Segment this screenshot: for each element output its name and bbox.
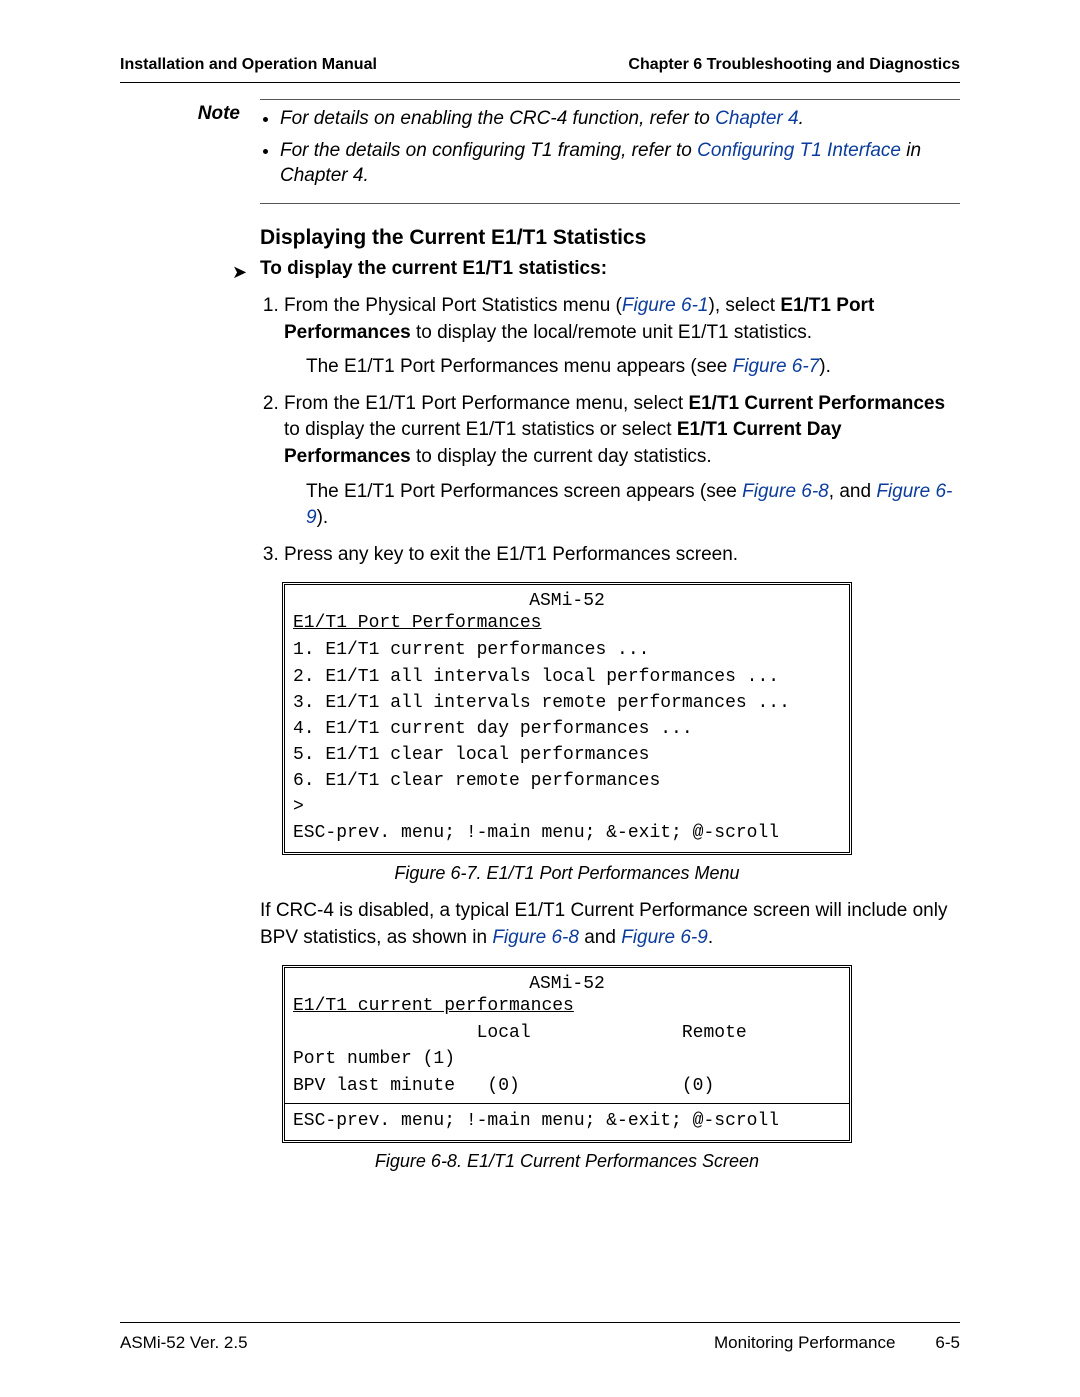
figure-6-8-footer: ESC-prev. menu; !-main menu; &-exit; @-s…	[293, 1108, 841, 1134]
link-figure-6-7[interactable]: Figure 6-7	[733, 356, 820, 377]
step-2: From the E1/T1 Port Performance menu, se…	[284, 391, 960, 532]
figure-6-8-caption: Figure 6-8. E1/T1 Current Performances S…	[282, 1151, 852, 1172]
figure-6-7-title: ASMi-52	[293, 591, 841, 611]
footer-rule	[120, 1322, 960, 1323]
note-top-rule	[260, 99, 960, 100]
figure-6-8-title: ASMi-52	[293, 974, 841, 994]
steps-list: From the Physical Port Statistics menu (…	[260, 293, 960, 568]
link-figure-6-8-a[interactable]: Figure 6-8	[742, 481, 829, 502]
link-figure-6-8-b[interactable]: Figure 6-8	[492, 927, 579, 948]
crc-para-b: .	[708, 927, 713, 948]
page: Installation and Operation Manual Chapte…	[0, 0, 1080, 1397]
link-chapter-4[interactable]: Chapter 4	[715, 108, 798, 129]
note-item-1: For details on enabling the CRC-4 functi…	[280, 106, 960, 132]
body: Note For details on enabling the CRC-4 f…	[120, 99, 960, 898]
step-2-text-b: to display the current E1/T1 statistics …	[284, 419, 677, 440]
figure-6-8-heading: E1/T1 current performances	[293, 996, 841, 1016]
link-figure-6-1[interactable]: Figure 6-1	[622, 295, 709, 316]
note-bottom-rule	[260, 203, 960, 204]
figure-6-7-heading: E1/T1 Port Performances	[293, 613, 841, 633]
figure-6-7-box: ASMi-52 E1/T1 Port Performances 1. E1/T1…	[282, 582, 852, 855]
step-1: From the Physical Port Statistics menu (…	[284, 293, 960, 381]
figure-6-7-body: 1. E1/T1 current performances ... 2. E1/…	[293, 637, 841, 846]
page-header: Installation and Operation Manual Chapte…	[120, 56, 960, 78]
step-2-text-a: From the E1/T1 Port Performance menu, se…	[284, 393, 688, 414]
figure-6-8-body: Local Remote Port number (1) BPV last mi…	[293, 1020, 841, 1098]
footer-page-number: 6-5	[935, 1333, 960, 1353]
note-list: For details on enabling the CRC-4 functi…	[260, 106, 960, 189]
step-1-sub-b: ).	[819, 356, 831, 377]
header-left: Installation and Operation Manual	[120, 56, 377, 74]
footer-section: Monitoring Performance	[714, 1333, 895, 1353]
figure-6-8-divider	[285, 1103, 849, 1104]
content: For details on enabling the CRC-4 functi…	[260, 99, 960, 898]
note-1-text: For details on enabling the CRC-4 functi…	[280, 108, 715, 129]
lower-block: If CRC-4 is disabled, a typical E1/T1 Cu…	[260, 898, 960, 1172]
step-1-text-a: From the Physical Port Statistics menu (	[284, 295, 622, 316]
step-1-sub-a: The E1/T1 Port Performances menu appears…	[306, 356, 733, 377]
footer-left: ASMi-52 Ver. 2.5	[120, 1333, 248, 1353]
note-2-text: For the details on configuring T1 framin…	[280, 140, 697, 161]
step-2-text-c: to display the current day statistics.	[411, 446, 712, 467]
procedure-row: ➤ To display the current E1/T1 statistic…	[232, 258, 960, 285]
step-1-sub: The E1/T1 Port Performances menu appears…	[306, 354, 960, 381]
header-right: Chapter 6 Troubleshooting and Diagnostic…	[628, 56, 960, 74]
step-2-sub: The E1/T1 Port Performances screen appea…	[306, 479, 960, 532]
crc-para-mid: and	[579, 927, 621, 948]
note-item-2: For the details on configuring T1 framin…	[280, 138, 960, 189]
page-footer: ASMi-52 Ver. 2.5 Monitoring Performance …	[120, 1333, 960, 1353]
figure-6-8-box: ASMi-52 E1/T1 current performances Local…	[282, 965, 852, 1142]
procedure-title: To display the current E1/T1 statistics:	[260, 258, 607, 280]
step-2-sub-mid: , and	[829, 481, 877, 502]
figure-6-7-caption: Figure 6-7. E1/T1 Port Performances Menu	[282, 863, 852, 884]
step-1-text-b: ), select	[709, 295, 781, 316]
step-2-sub-a: The E1/T1 Port Performances screen appea…	[306, 481, 742, 502]
link-configuring-t1[interactable]: Configuring T1 Interface	[697, 140, 901, 161]
link-figure-6-9-b[interactable]: Figure 6-9	[621, 927, 708, 948]
step-1-text-c: to display the local/remote unit E1/T1 s…	[411, 322, 812, 343]
procedure-arrow-icon: ➤	[232, 258, 260, 285]
section-heading: Displaying the Current E1/T1 Statistics	[260, 226, 960, 250]
header-rule	[120, 82, 960, 83]
step-2-bold-1: E1/T1 Current Performances	[688, 393, 945, 414]
step-3: Press any key to exit the E1/T1 Performa…	[284, 542, 960, 569]
step-2-sub-b: ).	[317, 507, 329, 528]
crc-para: If CRC-4 is disabled, a typical E1/T1 Cu…	[260, 898, 960, 951]
note-label: Note	[120, 99, 260, 898]
note-1-post: .	[799, 108, 804, 129]
